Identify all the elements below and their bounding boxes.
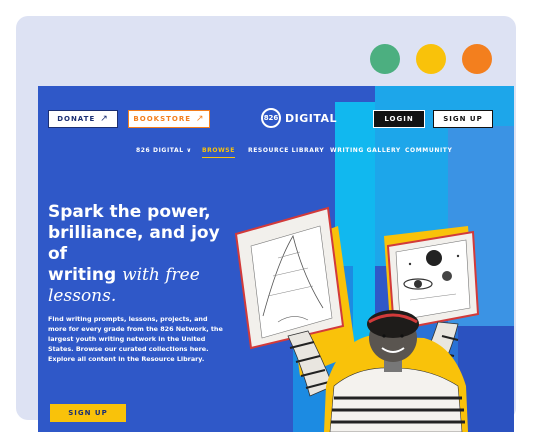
nav-label: 826 DIGITAL (136, 147, 184, 154)
header-signup-label: SIGN UP (443, 115, 483, 123)
nav-item-writing-gallery[interactable]: WRITING GALLERY (330, 147, 401, 154)
yellow-dot-icon (416, 44, 446, 74)
website-screenshot: DONATE ↗ BOOKSTORE ↗ 826 DIGITAL LOGIN S… (38, 86, 514, 432)
login-button[interactable]: LOGIN (373, 110, 425, 128)
bookstore-button[interactable]: BOOKSTORE ↗ (128, 110, 210, 128)
nav-item-826-digital[interactable]: 826 DIGITAL ∨ (136, 147, 192, 154)
headline-line: brilliance, and joy of (48, 223, 220, 264)
hero-signup-label: SIGN UP (68, 409, 108, 417)
donate-button[interactable]: DONATE ↗ (48, 110, 118, 128)
login-label: LOGIN (384, 115, 414, 123)
headline-script-line: lessons. (48, 286, 117, 306)
headline-line: writing with free (48, 265, 238, 286)
external-link-icon: ↗ (100, 114, 109, 124)
nav-item-community[interactable]: COMMUNITY (405, 147, 452, 154)
external-link-icon: ↗ (196, 114, 205, 124)
chevron-down-icon: ∨ (186, 147, 192, 154)
hero-signup-button[interactable]: SIGN UP (50, 404, 126, 422)
orange-dot-icon (462, 44, 492, 74)
hero-headline: Spark the power, brilliance, and joy of … (48, 202, 238, 307)
green-dot-icon (370, 44, 400, 74)
nav-item-resource-library[interactable]: RESOURCE LIBRARY (248, 147, 324, 154)
headline-script-text: with free (122, 265, 200, 285)
headline-line: Spark the power, (48, 202, 211, 222)
nav-item-browse[interactable]: BROWSE (202, 147, 235, 158)
headline-text: writing (48, 265, 123, 285)
hero-description: Find writing prompts, lessons, projects,… (48, 315, 223, 363)
logo-mark-icon: 826 (261, 108, 281, 128)
logo[interactable]: 826 DIGITAL (261, 108, 337, 128)
browser-frame: DONATE ↗ BOOKSTORE ↗ 826 DIGITAL LOGIN S… (16, 16, 516, 432)
header-signup-button[interactable]: SIGN UP (433, 110, 493, 128)
donate-label: DONATE (57, 115, 96, 123)
bookstore-label: BOOKSTORE (133, 115, 192, 123)
logo-text: DIGITAL (285, 111, 338, 125)
